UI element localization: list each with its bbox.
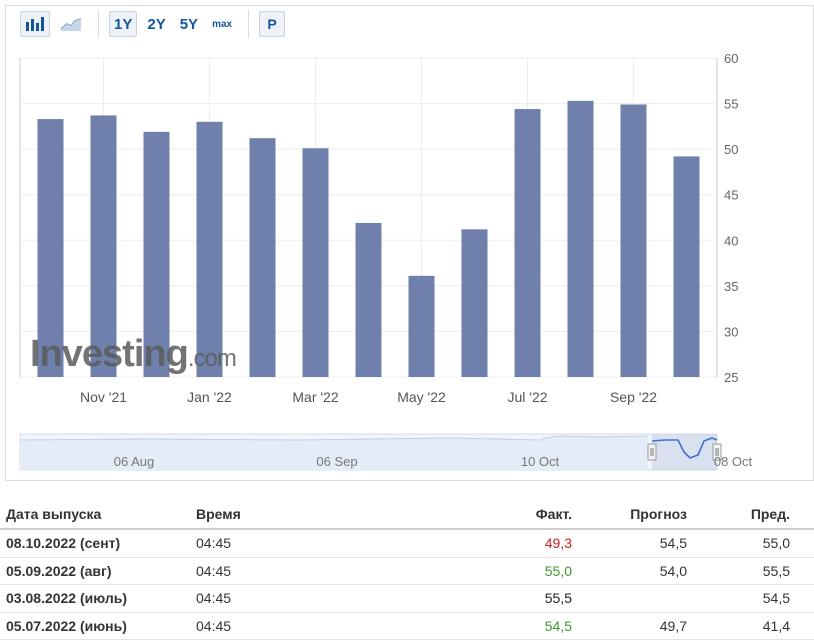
row-time: 04:45	[196, 617, 232, 634]
row-previous: 55,5	[762, 562, 790, 579]
row-forecast: 54,5	[659, 535, 687, 552]
row-time: 04:45	[196, 535, 232, 552]
row-forecast: 49,7	[659, 617, 687, 634]
navigator-label: 10 Oct	[521, 454, 560, 469]
row-previous: 54,5	[762, 590, 790, 607]
table-row: 05.09.2022 (авг) 04:45 55,0 54,0 55,5	[0, 558, 814, 585]
row-date: 03.08.2022 (июль)	[6, 590, 127, 607]
navigator-label: 06 Sep	[316, 454, 357, 469]
row-time: 04:45	[196, 590, 232, 607]
row-time: 04:45	[196, 562, 232, 579]
header-time[interactable]: Время	[190, 506, 430, 522]
header-date[interactable]: Дата выпуска	[0, 506, 190, 522]
table-row: 03.08.2022 (июль) 04:45 55,5 54,5	[0, 585, 814, 613]
table-row: 05.07.2022 (июнь) 04:45 54,5 49,7 41,4	[0, 613, 814, 640]
header-previous[interactable]: Пред.	[687, 506, 790, 522]
row-date: 08.10.2022 (сент)	[6, 535, 121, 552]
navigator-label: 08 Oct	[714, 454, 753, 469]
row-actual: 54,5	[544, 617, 572, 634]
row-actual: 55,5	[544, 590, 572, 607]
header-forecast[interactable]: Прогноз	[572, 506, 687, 522]
header-actual[interactable]: Факт.	[430, 506, 572, 522]
row-date: 05.07.2022 (июнь)	[6, 617, 127, 634]
row-previous: 55,0	[762, 535, 790, 552]
row-actual: 55,0	[544, 562, 572, 579]
history-table: Дата выпуска Время Факт. Прогноз Пред. 0…	[0, 500, 814, 640]
table-header-row: Дата выпуска Время Факт. Прогноз Пред.	[0, 500, 814, 530]
row-actual: 49,3	[544, 535, 572, 552]
navigator-label: 06 Aug	[114, 454, 155, 469]
row-forecast: 54,0	[659, 562, 687, 579]
table-row: 08.10.2022 (сент) 04:45 49,3 54,5 55,0	[0, 530, 814, 558]
row-previous: 41,4	[762, 617, 790, 634]
navigator-chart: 06 Aug 06 Sep 10 Oct 08 Oct	[19, 433, 753, 471]
navigator-left-handle[interactable]	[647, 443, 657, 461]
row-date: 05.09.2022 (авг)	[6, 562, 112, 579]
